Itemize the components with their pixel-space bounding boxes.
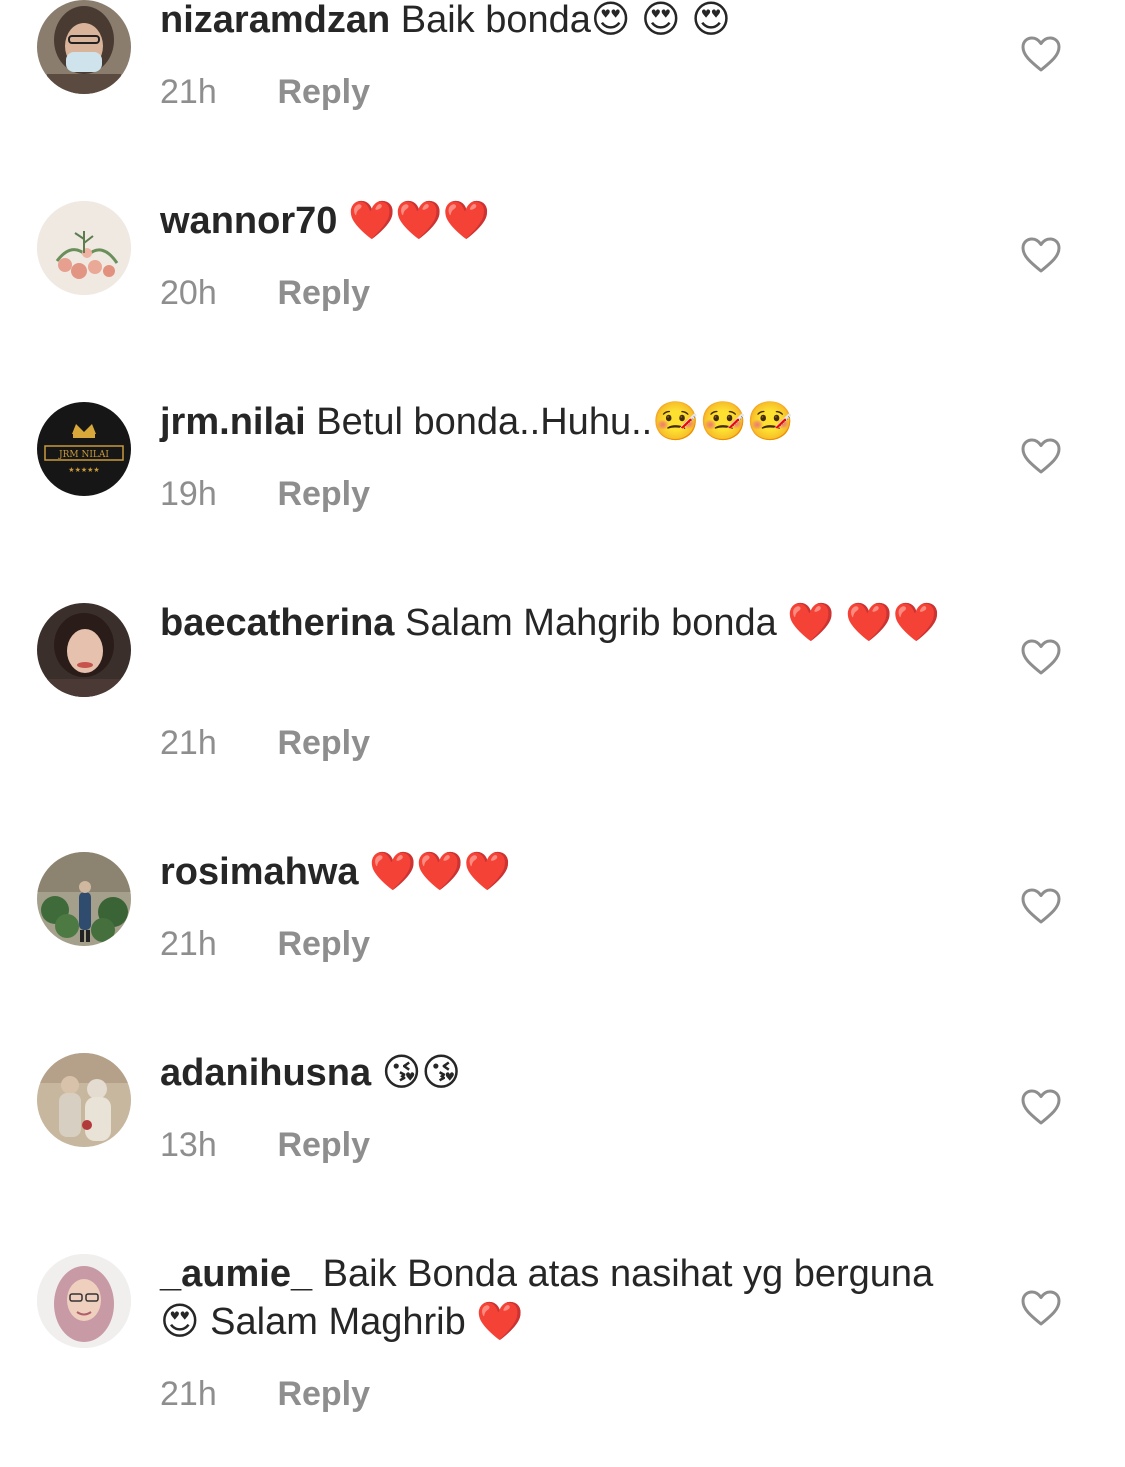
comment-text: _aumie_ Baik Bonda atas nasihat yg bergu… bbox=[160, 1250, 940, 1346]
comment-message: ❤️❤️❤️ bbox=[369, 851, 512, 893]
comment-username[interactable]: rosimahwa bbox=[160, 851, 359, 893]
comment-text: jrm.nilai Betul bonda..Huhu..🤒🤒🤒 bbox=[160, 398, 940, 446]
comment-message: ❤️❤️❤️ bbox=[347, 200, 490, 242]
comment-username[interactable]: nizaramdzan bbox=[160, 0, 390, 41]
comment-message: Baik bonda😍 😍 😍 bbox=[400, 0, 731, 41]
comment-meta: 19h Reply bbox=[160, 474, 370, 514]
comment-timestamp: 21h bbox=[160, 724, 217, 762]
heart-outline-icon[interactable] bbox=[1020, 638, 1062, 676]
reply-button[interactable]: Reply bbox=[277, 1375, 370, 1413]
comment-timestamp: 13h bbox=[160, 1126, 217, 1164]
heart-outline-icon[interactable] bbox=[1020, 1289, 1062, 1327]
comment-timestamp: 19h bbox=[160, 475, 217, 513]
comment-text: rosimahwa ❤️❤️❤️ bbox=[160, 848, 940, 896]
comment-message: Salam Mahgrib bonda ❤️ ❤️❤️ bbox=[405, 602, 940, 644]
comment-text: baecatherina Salam Mahgrib bonda ❤️ ❤️❤️ bbox=[160, 599, 940, 647]
comment-username[interactable]: jrm.nilai bbox=[160, 401, 306, 443]
reply-button[interactable]: Reply bbox=[277, 1126, 370, 1164]
comment-username[interactable]: adanihusna bbox=[160, 1052, 371, 1094]
avatar[interactable] bbox=[37, 201, 131, 295]
comment-timestamp: 21h bbox=[160, 925, 217, 963]
reply-button[interactable]: Reply bbox=[277, 724, 370, 762]
comment-text: adanihusna 😘😘 bbox=[160, 1049, 940, 1097]
comment-meta: 13h Reply bbox=[160, 1125, 370, 1165]
avatar[interactable] bbox=[37, 603, 131, 697]
heart-outline-icon[interactable] bbox=[1020, 35, 1062, 73]
comment-message: 😘😘 bbox=[381, 1052, 461, 1094]
comment-username[interactable]: _aumie_ bbox=[160, 1253, 312, 1295]
comment-text: nizaramdzan Baik bonda😍 😍 😍 bbox=[160, 0, 940, 44]
avatar[interactable] bbox=[37, 1254, 131, 1348]
heart-outline-icon[interactable] bbox=[1020, 887, 1062, 925]
avatar[interactable]: JRM NILAI ★★★★★ bbox=[37, 402, 131, 496]
reply-button[interactable]: Reply bbox=[277, 475, 370, 513]
svg-text:★★★★★: ★★★★★ bbox=[68, 466, 99, 474]
comment-meta: 21h Reply bbox=[160, 72, 370, 112]
comment-timestamp: 21h bbox=[160, 1375, 217, 1413]
reply-button[interactable]: Reply bbox=[277, 73, 370, 111]
comment-meta: 21h Reply bbox=[160, 1374, 370, 1414]
comment-timestamp: 21h bbox=[160, 73, 217, 111]
comment-text: wannor70 ❤️❤️❤️ bbox=[160, 197, 940, 245]
avatar[interactable] bbox=[37, 852, 131, 946]
reply-button[interactable]: Reply bbox=[277, 925, 370, 963]
comment-meta: 21h Reply bbox=[160, 924, 370, 964]
heart-outline-icon[interactable] bbox=[1020, 437, 1062, 475]
logo-text: JRM NILAI bbox=[58, 450, 109, 460]
comment-meta: 20h Reply bbox=[160, 273, 370, 313]
comment-timestamp: 20h bbox=[160, 274, 217, 312]
avatar[interactable] bbox=[37, 0, 131, 94]
comment-username[interactable]: wannor70 bbox=[160, 200, 337, 242]
comment-username[interactable]: baecatherina bbox=[160, 602, 394, 644]
comment-message: Betul bonda..Huhu..🤒🤒🤒 bbox=[316, 401, 795, 443]
avatar[interactable] bbox=[37, 1053, 131, 1147]
heart-outline-icon[interactable] bbox=[1020, 236, 1062, 274]
comment-meta: 21h Reply bbox=[160, 723, 370, 763]
heart-outline-icon[interactable] bbox=[1020, 1088, 1062, 1126]
reply-button[interactable]: Reply bbox=[277, 274, 370, 312]
